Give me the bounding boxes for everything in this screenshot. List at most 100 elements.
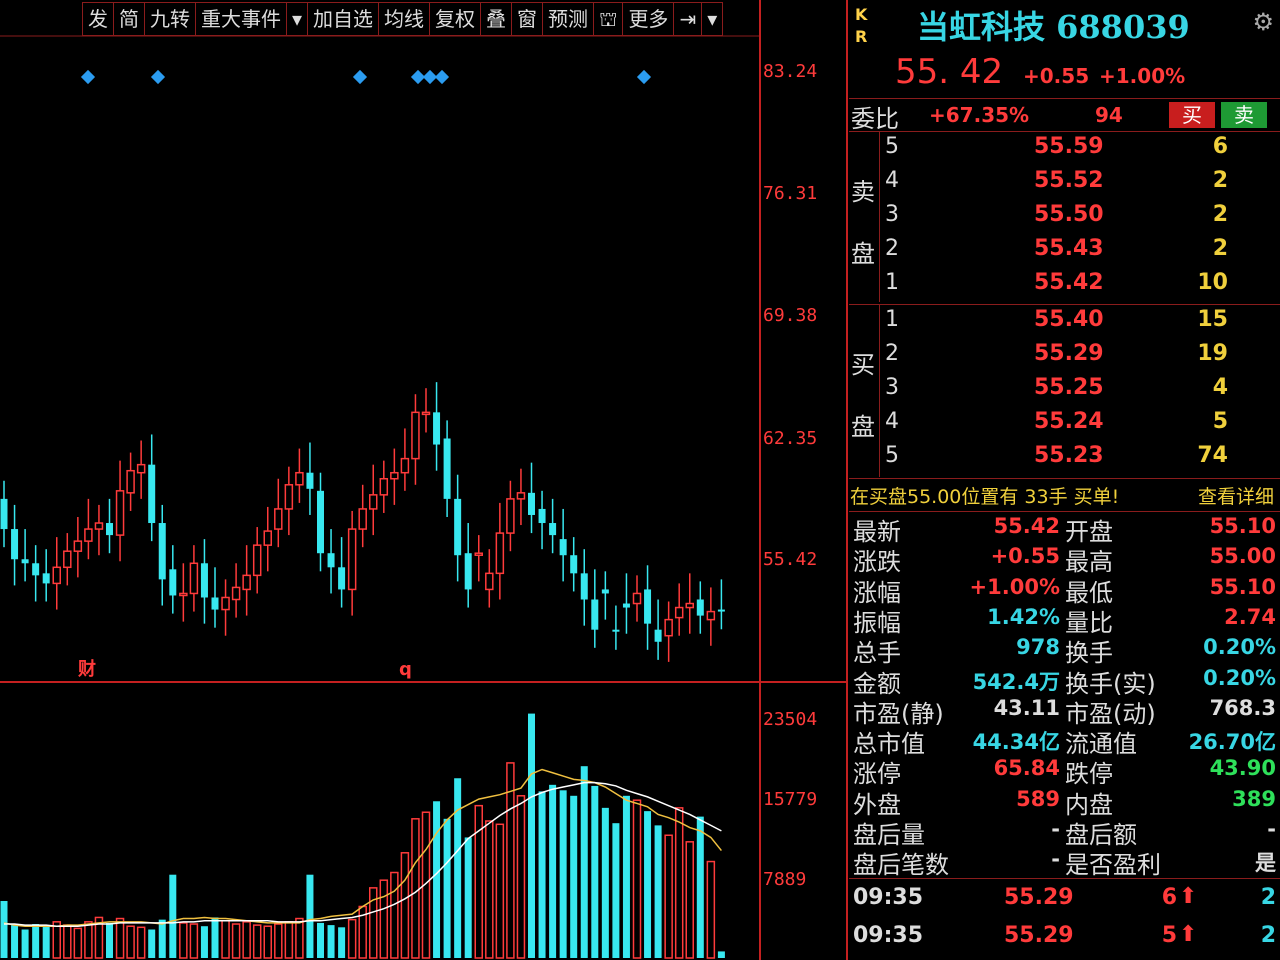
volume-bar: [411, 818, 420, 959]
toolbar-button[interactable]: 发: [82, 2, 113, 36]
stat-row: 盘后量 - 盘后额 -: [849, 815, 1280, 849]
bids-level-row[interactable]: 1 55.40 15: [879, 305, 1280, 339]
volume-bar: [115, 917, 125, 959]
toolbar-button[interactable]: 均线: [378, 2, 430, 36]
candle-body: [485, 572, 494, 591]
candle-body: [601, 589, 609, 594]
volume-bar: [42, 926, 50, 958]
buy-button[interactable]: 买: [1169, 102, 1215, 128]
toolbar-button[interactable]: ▾: [286, 2, 308, 36]
buy-side-char: 盘: [851, 413, 875, 441]
stat-value: 55.42: [993, 514, 1060, 538]
chart-toolbar: 发简九转 重大事件 ▾ 加自选 均线 复权叠窗预测 ⛫ 更多 ⇥ ▾: [82, 2, 724, 36]
asks-level-row[interactable]: 2 55.43 2: [879, 234, 1280, 268]
stat-value: 542.4万: [972, 669, 1060, 694]
kr-badge[interactable]: K R: [855, 4, 867, 48]
last-price: 55. 42: [895, 52, 1004, 92]
volume-bar: [169, 874, 177, 958]
volume-bar: [200, 926, 208, 958]
candle-body: [179, 592, 188, 597]
candle-body: [379, 478, 389, 496]
level-index: 1: [885, 307, 899, 332]
ratio-diff: 94: [1095, 103, 1123, 127]
toolbar-button[interactable]: ⇥: [673, 2, 702, 36]
price-axis-label: 76.31: [763, 183, 817, 204]
candle-body: [52, 566, 61, 585]
candle-body: [263, 530, 272, 546]
bid-book: 买 盘 1 55.40 15 2 55.29 19 3 55.25 4 4 55.24 5 5 55.23…: [849, 304, 1280, 477]
stat-value: 55.10: [1209, 574, 1276, 599]
toolbar-button[interactable]: 九转: [144, 2, 195, 36]
notice-text: 在买盘55.00位置有 33手 买单!: [850, 486, 1120, 508]
event-diamond-icon: [80, 69, 96, 85]
level-index: 5: [885, 134, 899, 159]
candle-body: [0, 498, 8, 530]
bids-level-row[interactable]: 3 55.25 4: [879, 373, 1280, 407]
candle-body: [231, 586, 241, 601]
bids-level-row[interactable]: 4 55.24 5: [879, 407, 1280, 441]
volume-bar: [0, 901, 8, 958]
toolbar-button[interactable]: ⛫: [593, 2, 623, 36]
candle-body: [169, 569, 177, 596]
bids-level-row[interactable]: 5 55.23 74: [879, 441, 1280, 475]
stat-row: 总市值 44.34亿 流通值 26.70亿: [849, 724, 1280, 758]
candle-body: [158, 523, 166, 580]
kline-chart-area[interactable]: 83.24 76.31 69.38 62.35 55.42 23504 15779 7889 财…: [0, 0, 848, 960]
volume-bar: [106, 922, 113, 958]
asks-level-row[interactable]: 4 55.52 2: [879, 166, 1280, 200]
toolbar-button[interactable]: 更多: [622, 2, 674, 36]
level-price: 55.59: [1034, 134, 1104, 159]
toolbar-button[interactable]: 窗: [511, 2, 543, 36]
candle-body: [126, 469, 135, 494]
candle-body: [664, 618, 673, 637]
candle-body: [622, 603, 630, 608]
level-volume: 15: [1197, 307, 1228, 332]
stat-value: -: [1051, 817, 1060, 841]
volume-bar: [591, 785, 599, 958]
volume-bar: [549, 784, 557, 958]
gear-icon[interactable]: ⚙: [1252, 8, 1274, 36]
volume-bar: [148, 929, 156, 958]
trade-price: 55.29: [1004, 923, 1074, 948]
toolbar-button[interactable]: 复权: [429, 2, 481, 36]
candle-body: [570, 555, 578, 574]
level-volume: 19: [1197, 341, 1228, 366]
toolbar-button[interactable]: 预测: [542, 2, 594, 36]
candle-body: [696, 599, 704, 616]
volume-bar: [685, 841, 694, 959]
stat-value: 43.90: [1209, 756, 1276, 781]
level-price: 55.25: [1034, 375, 1104, 400]
bids-level-row[interactable]: 2 55.29 19: [879, 339, 1280, 373]
stock-title: 当虹科技 688039: [917, 8, 1190, 46]
ask-book: 卖 盘 5 55.59 6 4 55.52 2 3 55.50 2 2 55.43 2 1 55.42 10: [849, 132, 1280, 302]
sell-button[interactable]: 卖: [1221, 102, 1267, 128]
asks-level-row[interactable]: 3 55.50 2: [879, 200, 1280, 234]
toolbar-button[interactable]: 叠: [480, 2, 512, 36]
volume-bar: [189, 923, 199, 959]
candle-body: [115, 490, 125, 536]
price-axis-label: 55.42: [763, 549, 817, 570]
volume-bar: [221, 919, 230, 959]
event-diamond-icon: [150, 69, 166, 85]
candle-body: [717, 609, 725, 612]
volume-bar: [664, 834, 673, 959]
candle-body: [21, 559, 29, 564]
toolbar-button[interactable]: 加自选: [307, 2, 379, 36]
stat-value: 55.00: [1209, 544, 1276, 569]
asks-level-row[interactable]: 5 55.59 6: [879, 132, 1280, 166]
toolbar-button[interactable]: ▾: [701, 2, 724, 36]
kline-chart[interactable]: 83.24 76.31 69.38 62.35 55.42 23504 15779 7889 财…: [0, 0, 848, 960]
quote-header: K R 当虹科技 688039 ⚙ 55. 42 +0.55 +1.00%: [849, 0, 1280, 98]
asks-level-row[interactable]: 1 55.42 10: [879, 268, 1280, 302]
toolbar-button[interactable]: 简: [113, 2, 144, 36]
candle-body: [11, 529, 19, 560]
kr-r: R: [855, 27, 868, 46]
level-index: 2: [885, 236, 899, 261]
trade-count: 2: [1260, 923, 1276, 948]
trade-count: 2: [1260, 885, 1276, 910]
toolbar-button[interactable]: 重大事件: [195, 2, 286, 36]
candle-body: [369, 494, 378, 510]
notice-detail-link[interactable]: 查看详细: [1198, 482, 1274, 509]
level-volume: 2: [1212, 168, 1228, 193]
candle-body: [612, 629, 620, 632]
